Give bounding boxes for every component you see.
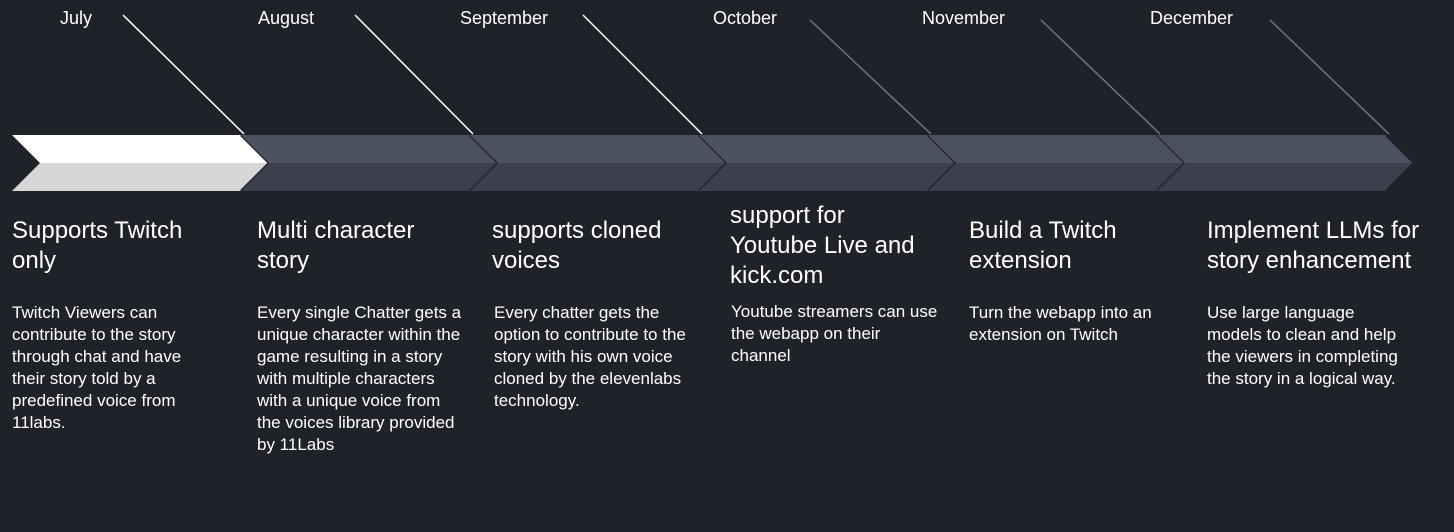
connector-line-october	[809, 19, 932, 135]
phase-title-august: Multi character story	[257, 217, 415, 274]
chevron-bottom-september	[470, 163, 727, 191]
phase-title-october: support for Youtube Live and kick.com	[730, 202, 915, 289]
phase-title-december: Implement LLMs for story enhancement	[1207, 217, 1420, 274]
chevron-top-december	[1157, 135, 1414, 163]
connector-line-december	[1269, 19, 1390, 135]
phase-description-november: Turn the webapp into an extension on Twi…	[969, 303, 1152, 344]
chevron-bottom-august	[241, 163, 498, 191]
month-label-september: September	[460, 8, 549, 28]
connector-line-september	[582, 14, 703, 135]
phase-description-july: Twitch Viewers can contribute to the sto…	[12, 303, 182, 432]
phase-description-october: Youtube streamers can use the webapp on …	[731, 302, 938, 365]
phase-description-august: Every single Chatter gets a unique chara…	[257, 303, 462, 454]
phase-description-december: Use large language models to clean and h…	[1207, 303, 1398, 388]
chevron-top-november	[928, 135, 1185, 163]
phase-title-july: Supports Twitch only	[12, 217, 183, 274]
chevron-bottom-october	[699, 163, 956, 191]
month-label-october: October	[713, 8, 778, 28]
phase-description-september: Every chatter gets the option to contrib…	[494, 303, 686, 410]
chevron-top-july	[12, 135, 269, 163]
chevron-bottom-july	[12, 163, 269, 191]
phase-title-november: Build a Twitch extension	[969, 217, 1117, 274]
connector-line-july	[122, 14, 245, 135]
phase-title-september: supports cloned voices	[492, 217, 662, 274]
connector-line-november	[1040, 19, 1161, 135]
connector-line-august	[354, 14, 474, 135]
chevron-bottom-december	[1157, 163, 1414, 191]
month-label-august: August	[258, 8, 315, 28]
roadmap-timeline: July August September October November D…	[0, 0, 1454, 532]
month-label-july: July	[60, 8, 93, 28]
chevron-top-august	[241, 135, 498, 163]
month-label-november: November	[922, 8, 1006, 28]
chevron-bottom-november	[928, 163, 1185, 191]
chevron-top-september	[470, 135, 727, 163]
month-label-december: December	[1150, 8, 1234, 28]
chevron-top-october	[699, 135, 956, 163]
